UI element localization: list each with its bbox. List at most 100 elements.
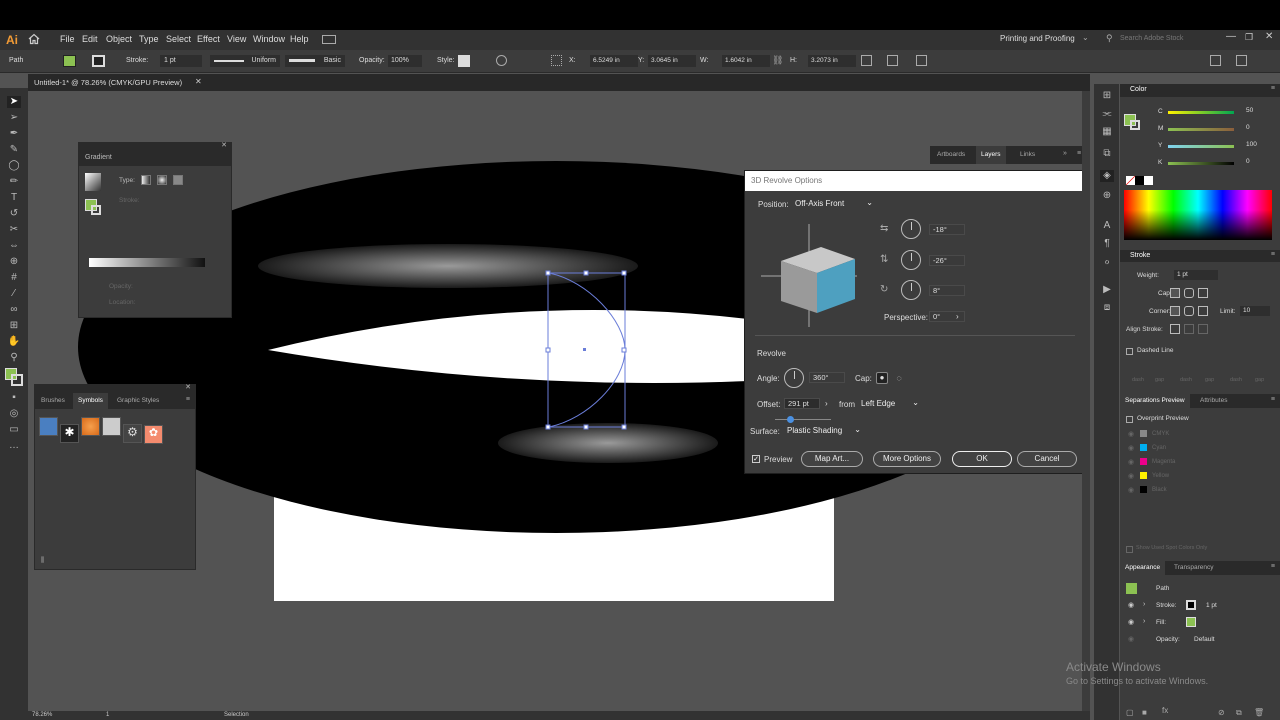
- channel-k-track[interactable]: [1168, 162, 1234, 165]
- hand-tool-icon[interactable]: ✋: [7, 336, 21, 348]
- tab-symbols[interactable]: Symbols: [73, 393, 108, 409]
- eye-icon[interactable]: ◉: [1128, 458, 1134, 466]
- menu-edit[interactable]: Edit: [82, 34, 98, 44]
- selection-tool-icon[interactable]: ➤: [7, 96, 21, 108]
- zoom-tool-icon[interactable]: ⚲: [7, 352, 21, 364]
- eye-icon[interactable]: ◉: [1128, 430, 1134, 438]
- isolate-icon[interactable]: [887, 55, 898, 66]
- vertical-scrollbar[interactable]: [1082, 91, 1090, 711]
- ink-row[interactable]: ◉ Black: [1120, 484, 1280, 498]
- search-stock-input[interactable]: Search Adobe Stock: [1120, 35, 1183, 42]
- panel-menu-icon[interactable]: ≡: [1077, 150, 1081, 157]
- rotate-x-field[interactable]: -18°: [929, 224, 965, 235]
- graphic-style-swatch[interactable]: [458, 55, 470, 67]
- align-to-icon[interactable]: [551, 55, 562, 66]
- rotate-z-field[interactable]: 8°: [929, 285, 965, 296]
- y-field[interactable]: 3.0645 in: [648, 55, 696, 67]
- cap-off-icon[interactable]: ◌: [893, 372, 905, 384]
- clear-appearance-icon[interactable]: ⊘: [1218, 708, 1225, 717]
- rotation-cube[interactable]: [759, 219, 859, 329]
- symbol-libraries-icon[interactable]: ⫼: [41, 557, 44, 565]
- align-center-icon[interactable]: [1170, 324, 1180, 334]
- pathfinder-panel-icon[interactable]: ⊕: [1100, 190, 1114, 202]
- tab-appearance[interactable]: Appearance: [1120, 561, 1166, 575]
- gradient-panel-tab[interactable]: Gradient: [79, 151, 231, 166]
- transform-icon[interactable]: [861, 55, 872, 66]
- delete-item-icon[interactable]: 🗑: [1254, 708, 1264, 717]
- channel-y-track[interactable]: [1168, 145, 1234, 148]
- variable-width-profile[interactable]: Uniform: [210, 55, 280, 67]
- menu-select[interactable]: Select: [166, 34, 191, 44]
- weight-field[interactable]: 1 pt: [1174, 270, 1218, 280]
- map-art-button[interactable]: Map Art...: [801, 451, 863, 467]
- offset-field[interactable]: 291 pt: [784, 398, 820, 409]
- tab-layers[interactable]: Layers: [976, 146, 1006, 164]
- align-inside-icon[interactable]: [1184, 324, 1194, 334]
- symbol-grunge-icon[interactable]: [102, 417, 121, 436]
- surface-select[interactable]: Plastic Shading ⌄: [787, 425, 861, 437]
- arrange-icon[interactable]: [1210, 55, 1221, 66]
- gradient-stroke-swatch[interactable]: [91, 205, 101, 215]
- menu-type[interactable]: Type: [139, 34, 159, 44]
- miter-join-icon[interactable]: [1170, 306, 1180, 316]
- linear-gradient-button[interactable]: [141, 175, 151, 185]
- pencil-tool-icon[interactable]: ✏: [7, 176, 21, 188]
- eye-icon[interactable]: ◉: [1128, 618, 1134, 626]
- menu-view[interactable]: View: [227, 34, 246, 44]
- freeform-gradient-button[interactable]: [173, 175, 183, 185]
- scissors-tool-icon[interactable]: ✂: [7, 224, 21, 236]
- fill-swatch[interactable]: [63, 55, 76, 67]
- close-icon[interactable]: ✕: [1265, 31, 1273, 42]
- rotate-x-dial[interactable]: [901, 219, 921, 239]
- appearance-stroke-label[interactable]: Stroke:: [1156, 602, 1177, 609]
- panel-menu-icon[interactable]: ≡: [186, 396, 190, 403]
- offset-slider-thumb[interactable]: [787, 416, 794, 423]
- swatches-panel-icon[interactable]: ▦: [1100, 126, 1114, 138]
- pen-tool-icon[interactable]: ✒: [7, 128, 21, 140]
- color-panel-tab[interactable]: Color: [1130, 86, 1147, 93]
- menu-help[interactable]: Help: [290, 34, 309, 44]
- glyphs-panel-icon[interactable]: ℴ: [1100, 256, 1114, 268]
- image-trace-icon[interactable]: ⧈: [1100, 302, 1114, 314]
- menu-object[interactable]: Object: [106, 34, 132, 44]
- minimize-icon[interactable]: —: [1226, 31, 1236, 42]
- appearance-fill-swatch[interactable]: [1186, 617, 1196, 627]
- appearance-stroke-swatch[interactable]: [1186, 600, 1196, 610]
- panel-grip[interactable]: ✕: [79, 142, 231, 151]
- menu-effect[interactable]: Effect: [197, 34, 220, 44]
- tab-transparency[interactable]: Transparency: [1174, 564, 1214, 571]
- eye-icon[interactable]: ◉: [1128, 444, 1134, 452]
- dashed-line-checkbox[interactable]: [1126, 348, 1133, 355]
- ink-row[interactable]: ◉ Cyan: [1120, 442, 1280, 456]
- character-panel-icon[interactable]: A: [1100, 220, 1114, 232]
- position-select[interactable]: Off-Axis Front ⌄: [793, 198, 875, 210]
- chevron-right-icon[interactable]: ›: [1143, 618, 1145, 625]
- preview-checkbox[interactable]: ✓: [752, 455, 760, 463]
- rotate-y-field[interactable]: -26°: [929, 255, 965, 266]
- appearance-fill-label[interactable]: Fill:: [1156, 619, 1166, 626]
- link-icon[interactable]: ⛓: [772, 55, 783, 66]
- from-select[interactable]: Left Edge ⌄: [861, 398, 919, 410]
- appearance-opacity-label[interactable]: Opacity:: [1156, 636, 1180, 643]
- round-join-icon[interactable]: [1184, 306, 1194, 316]
- eye-icon[interactable]: ◉: [1128, 486, 1134, 494]
- tab-artboards[interactable]: Artboards: [937, 151, 965, 158]
- chevron-right-icon[interactable]: ›: [825, 399, 828, 408]
- projecting-cap-icon[interactable]: [1198, 288, 1208, 298]
- add-effect-icon[interactable]: fx: [1162, 706, 1168, 715]
- x-field[interactable]: 6.5249 in: [590, 55, 638, 67]
- paragraph-panel-icon[interactable]: ¶: [1100, 238, 1114, 250]
- spot-colors-checkbox[interactable]: [1126, 546, 1133, 553]
- brush-definition[interactable]: Basic: [285, 55, 345, 67]
- grid-icon[interactable]: [1236, 55, 1247, 66]
- ok-button[interactable]: OK: [952, 451, 1012, 467]
- appearance-opacity-value[interactable]: Default: [1194, 636, 1215, 643]
- tab-separations-preview[interactable]: Separations Preview: [1120, 394, 1190, 408]
- edit-toolbar-icon[interactable]: …: [7, 440, 21, 452]
- h-field[interactable]: 3.2073 in: [808, 55, 856, 67]
- stroke-swatch[interactable]: [92, 55, 105, 67]
- duplicate-item-icon[interactable]: ⧉: [1236, 708, 1242, 718]
- close-tab-icon[interactable]: ✕: [195, 77, 202, 86]
- chevron-right-icon[interactable]: ›: [956, 312, 959, 321]
- round-cap-icon[interactable]: [1184, 288, 1194, 298]
